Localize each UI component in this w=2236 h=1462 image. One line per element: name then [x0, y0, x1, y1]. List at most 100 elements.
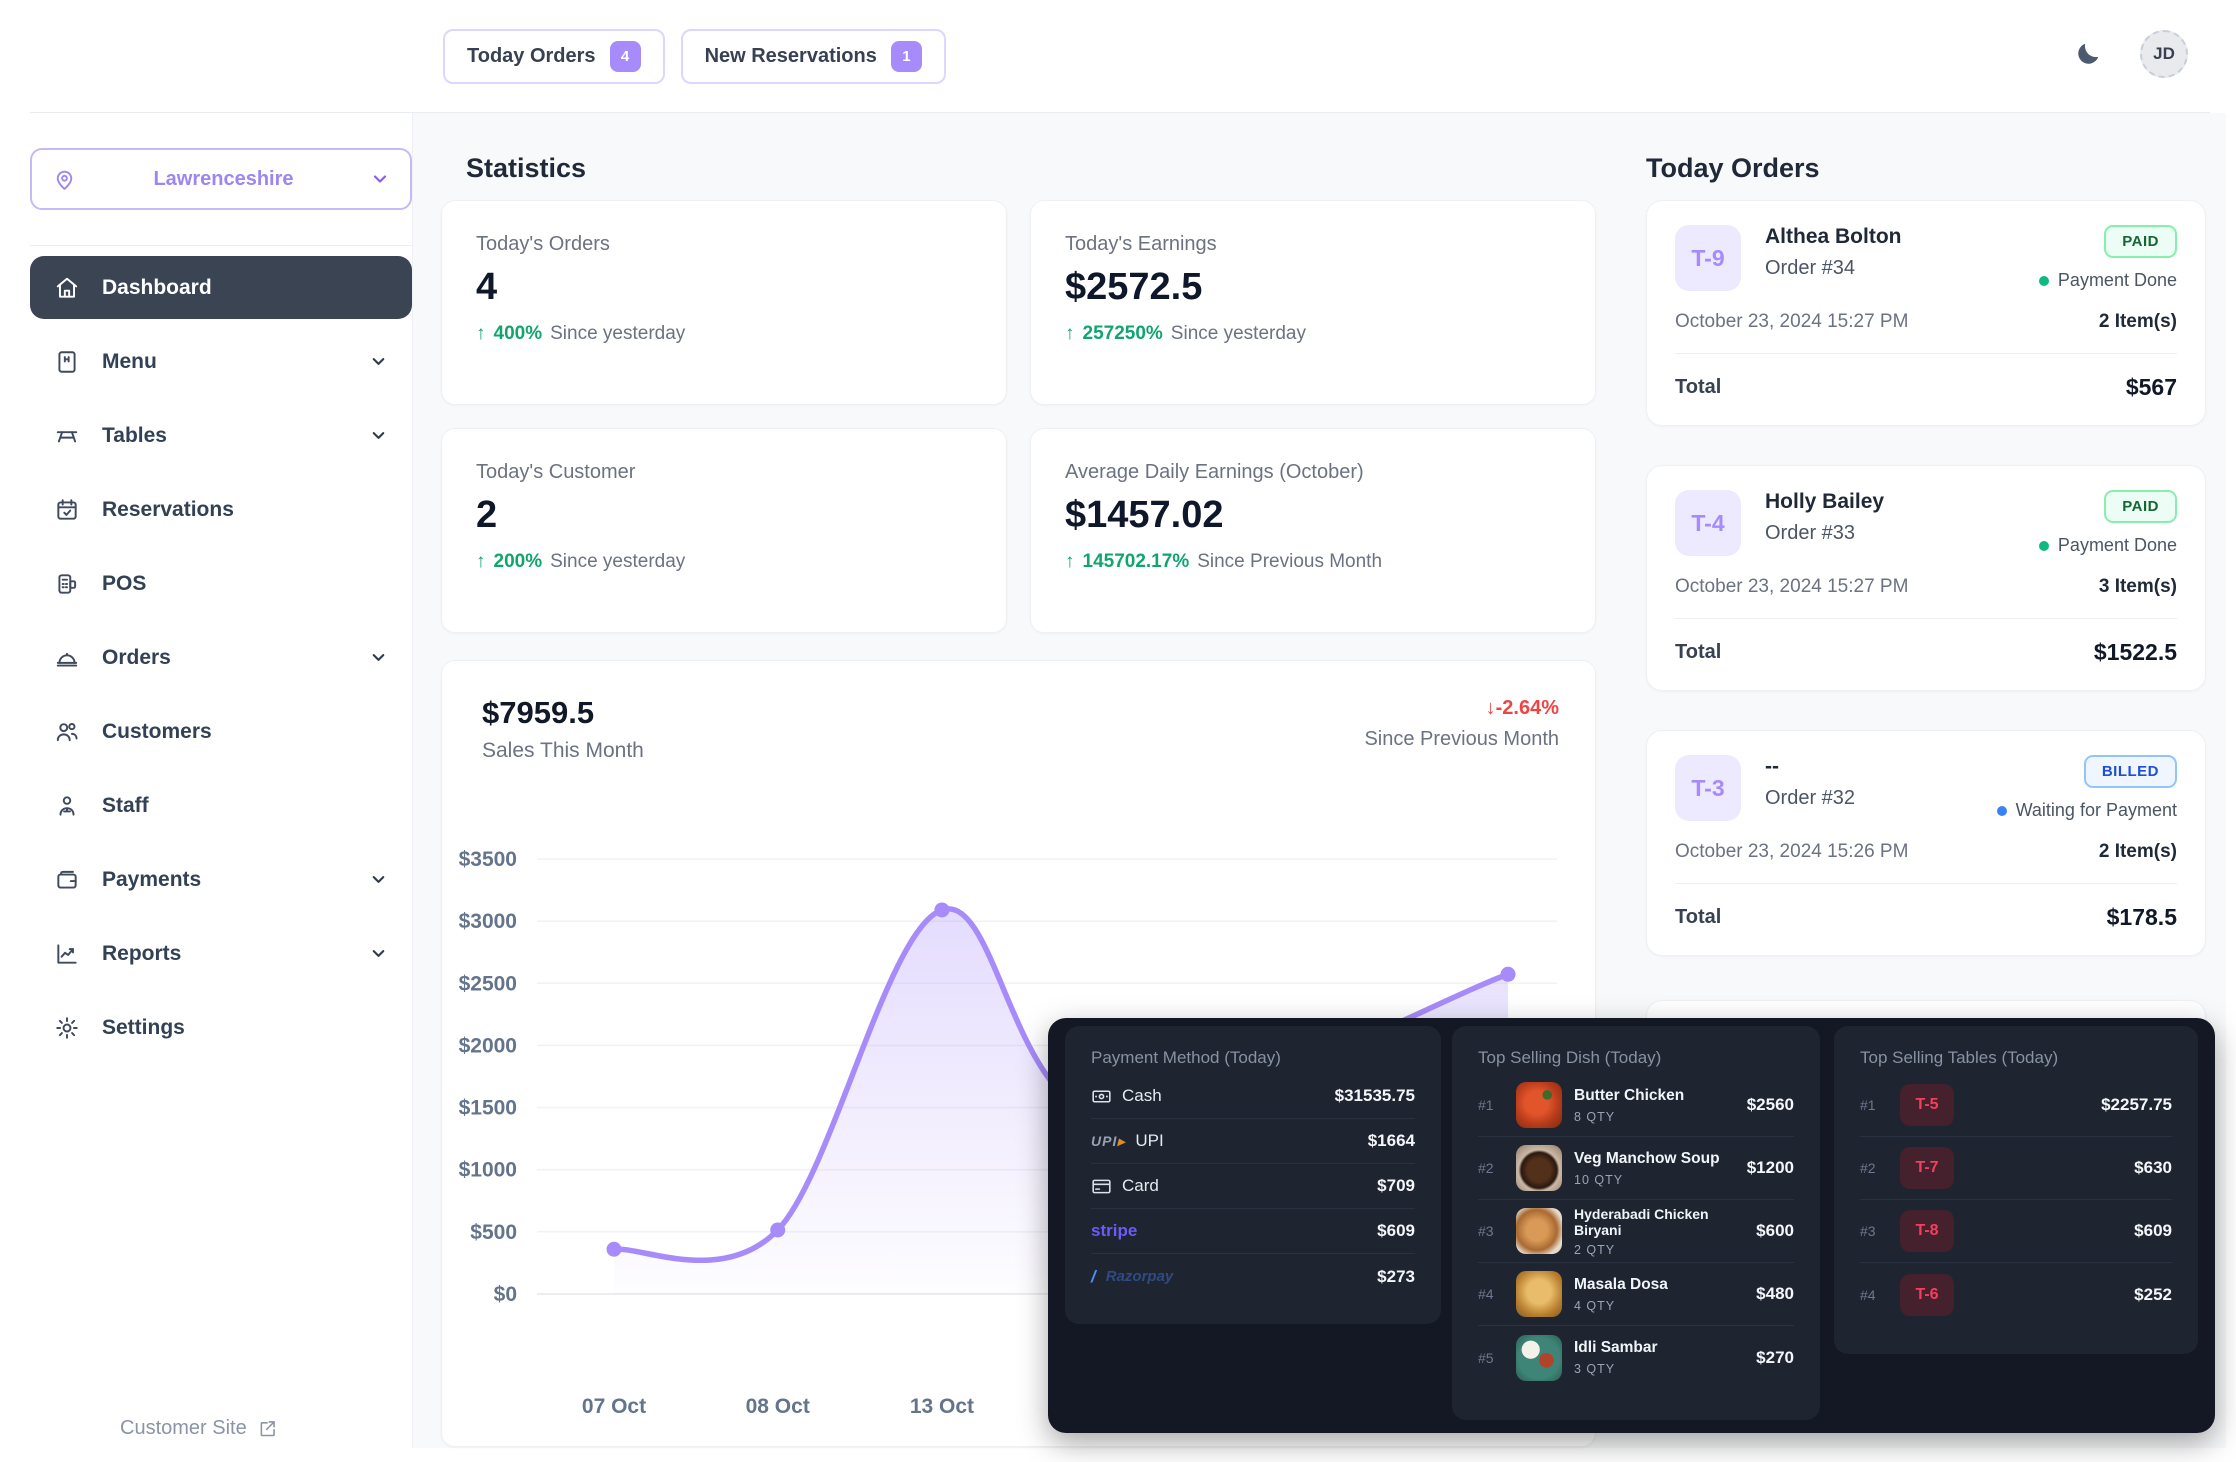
table-badge-red: T-6	[1900, 1274, 1954, 1316]
payment-row-card: Card $709	[1091, 1164, 1415, 1209]
order-card-total-row: Total $567	[1675, 374, 2177, 401]
pos-terminal-icon	[54, 571, 80, 597]
sidebar-item-customers[interactable]: Customers	[30, 700, 412, 763]
stat-value: $2572.5	[1065, 266, 1561, 309]
order-card-customer: -- Order #32	[1765, 755, 1855, 821]
new-reservations-button-label: New Reservations	[705, 45, 877, 68]
sidebar-item-staff[interactable]: Staff	[30, 774, 412, 837]
sidebar-divider	[30, 245, 412, 246]
payment-method-label: stripe	[1091, 1221, 1137, 1241]
svg-text:$1000: $1000	[459, 1159, 517, 1182]
sidebar-nav: Dashboard Menu Tables Reservations POS	[30, 248, 412, 1059]
sidebar-item-tables[interactable]: Tables	[30, 404, 412, 467]
payment-method-name: Card	[1122, 1176, 1159, 1196]
up-arrow-icon: ↑	[1065, 323, 1075, 345]
dish-qty: 4 QTY	[1574, 1299, 1668, 1313]
stat-card-average-daily-earnings: Average Daily Earnings (October) $1457.0…	[1030, 428, 1596, 633]
avatar-initials: JD	[2153, 44, 2175, 64]
table-badge-red: T-8	[1900, 1210, 1954, 1252]
stat-title: Today's Orders	[476, 233, 972, 256]
table-badge: T-4	[1675, 490, 1741, 556]
gear-icon	[54, 1015, 80, 1041]
stat-value: $1457.02	[1065, 494, 1561, 537]
order-card[interactable]: T-4 Holly Bailey Order #33 PAID Payment …	[1646, 465, 2206, 691]
payment-amount: $31535.75	[1335, 1086, 1415, 1106]
sidebar-item-dashboard[interactable]: Dashboard	[30, 256, 412, 319]
dish-row: #1 Butter Chicken8 QTY $2560	[1478, 1074, 1794, 1137]
dish-amount: $600	[1756, 1221, 1794, 1241]
stat-value: 2	[476, 494, 972, 537]
cash-icon	[1091, 1086, 1112, 1107]
dish-amount: $480	[1756, 1284, 1794, 1304]
chevron-down-icon	[370, 169, 390, 189]
total-amount: $178.5	[2107, 904, 2177, 931]
payment-status-label: Payment Done	[2058, 270, 2177, 291]
sidebar-item-orders[interactable]: Orders	[30, 626, 412, 689]
sidebar-item-reservations[interactable]: Reservations	[30, 478, 412, 541]
stat-delta-note: Since Previous Month	[1197, 551, 1382, 573]
new-reservations-button[interactable]: New Reservations 1	[681, 29, 946, 84]
table-amount: $2257.75	[2101, 1095, 2172, 1115]
sidebar-item-label: Reports	[102, 942, 181, 966]
svg-text:$2000: $2000	[459, 1034, 517, 1057]
today-orders-button-label: Today Orders	[467, 45, 596, 68]
svg-text:$3000: $3000	[459, 910, 517, 933]
rank-label: #4	[1478, 1286, 1504, 1302]
payment-method-label: Card	[1091, 1176, 1159, 1197]
status-dot	[2039, 541, 2049, 551]
topbar: Today Orders 4 New Reservations 1 JD	[30, 0, 2210, 113]
sidebar-item-label: Orders	[102, 646, 171, 670]
today-orders-button[interactable]: Today Orders 4	[443, 29, 665, 84]
payment-method-label: / Razorpay	[1091, 1267, 1173, 1287]
statistics-heading: Statistics	[466, 153, 586, 184]
order-card[interactable]: T-9 Althea Bolton Order #34 PAID Payment…	[1646, 200, 2206, 426]
dish-info: Veg Manchow Soup 10 QTY	[1574, 1150, 1720, 1187]
payment-status: Payment Done	[2039, 535, 2177, 556]
dish-row: #4 Masala Dosa4 QTY $480	[1478, 1263, 1794, 1326]
stat-delta: ↑257250%Since yesterday	[1065, 323, 1561, 345]
sidebar-item-label: Dashboard	[102, 276, 212, 300]
stat-delta-pct: 200%	[494, 551, 543, 573]
payment-method-panel: Payment Method (Today) Cash $31535.75 UP…	[1065, 1026, 1441, 1324]
dark-mode-toggle[interactable]	[2070, 36, 2106, 72]
location-label: Lawrenceshire	[153, 168, 293, 191]
sidebar-item-label: Staff	[102, 794, 149, 818]
dish-qty: 10 QTY	[1574, 1173, 1720, 1187]
svg-text:08 Oct: 08 Oct	[746, 1395, 810, 1418]
divider	[1675, 618, 2177, 619]
sales-month-total: $7959.5	[482, 695, 644, 731]
rank-label: #2	[1478, 1160, 1504, 1176]
dish-image	[1516, 1145, 1562, 1191]
total-amount: $567	[2126, 374, 2177, 401]
sidebar-item-settings[interactable]: Settings	[30, 996, 412, 1059]
sidebar-item-label: Menu	[102, 350, 157, 374]
insights-overlay: Payment Method (Today) Cash $31535.75 UP…	[1048, 1018, 2215, 1433]
order-card-total-row: Total $1522.5	[1675, 639, 2177, 666]
sidebar-item-payments[interactable]: Payments	[30, 848, 412, 911]
card-icon	[1091, 1176, 1112, 1197]
rank-label: #5	[1478, 1350, 1504, 1366]
sidebar-item-pos[interactable]: POS	[30, 552, 412, 615]
customer-name: Althea Bolton	[1765, 225, 1902, 249]
location-select[interactable]: Lawrenceshire	[30, 148, 412, 210]
up-arrow-icon: ↑	[1065, 551, 1075, 573]
dish-amount: $2560	[1747, 1095, 1794, 1115]
order-card[interactable]: T-3 -- Order #32 BILLED Waiting for Paym…	[1646, 730, 2206, 956]
sidebar-item-menu[interactable]: Menu	[30, 330, 412, 393]
sidebar-item-label: POS	[102, 572, 146, 596]
dish-name: Veg Manchow Soup	[1574, 1150, 1720, 1168]
topbar-quick-buttons: Today Orders 4 New Reservations 1	[443, 29, 946, 84]
sidebar-item-reports[interactable]: Reports	[30, 922, 412, 985]
stat-delta-pct: 257250%	[1083, 323, 1163, 345]
stat-card-todays-customer: Today's Customer 2 ↑200%Since yesterday	[441, 428, 1007, 633]
table-amount: $252	[2134, 1285, 2172, 1305]
user-avatar[interactable]: JD	[2140, 30, 2188, 78]
table-rank-row: #3 T-8 $609	[1860, 1200, 2172, 1263]
top-selling-tables-title: Top Selling Tables (Today)	[1860, 1048, 2172, 1068]
svg-text:$3500: $3500	[459, 848, 517, 871]
stat-title: Average Daily Earnings (October)	[1065, 461, 1561, 484]
order-datetime: October 23, 2024 15:27 PM	[1675, 311, 1908, 333]
customer-site-link[interactable]: Customer Site	[120, 1417, 278, 1440]
order-number: Order #33	[1765, 522, 1884, 545]
order-card-top: T-4 Holly Bailey Order #33 PAID Payment …	[1675, 490, 2177, 556]
